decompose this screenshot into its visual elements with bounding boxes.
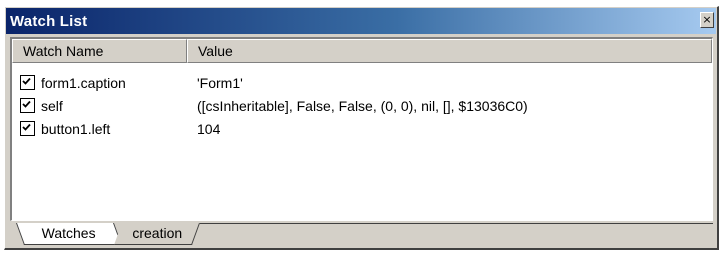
tab-watches-label: Watches — [41, 225, 96, 241]
watch-name-cell: form1.caption — [12, 75, 187, 91]
watch-list-view[interactable]: Watch Name Value form1.caption 'Form1' s… — [10, 37, 713, 221]
tab-creation-label: creation — [131, 225, 182, 241]
watch-name-text: self — [41, 97, 63, 114]
watch-rows: form1.caption 'Form1' self ([csInheritab… — [12, 71, 712, 140]
checkmark-icon — [22, 123, 31, 131]
watch-row[interactable]: self ([csInheritable], False, False, (0,… — [12, 94, 712, 117]
watch-name-text: button1.left — [41, 120, 111, 137]
watch-row[interactable]: button1.left 104 — [12, 117, 712, 140]
watch-name-text: form1.caption — [41, 74, 126, 91]
title-bar[interactable]: Watch List × — [6, 8, 716, 34]
checkmark-icon — [22, 100, 31, 108]
close-button[interactable]: × — [700, 12, 714, 28]
watch-value-text: 104 — [197, 120, 221, 137]
checkmark-icon — [22, 77, 31, 85]
watch-list-window: Watch List × Watch Name Value form1.capt… — [4, 6, 719, 250]
watch-name-cell: button1.left — [12, 121, 187, 137]
column-header-value[interactable]: Value — [187, 39, 712, 63]
enabled-checkbox[interactable] — [20, 121, 35, 136]
column-header-row: Watch Name Value — [12, 39, 712, 63]
enabled-checkbox[interactable] — [20, 98, 35, 113]
tab-strip: Watches creation — [10, 223, 713, 247]
watch-value-text: 'Form1' — [197, 74, 243, 91]
window-title: Watch List — [10, 12, 88, 30]
enabled-checkbox[interactable] — [20, 75, 35, 90]
close-icon: × — [702, 13, 712, 26]
tab-watches[interactable]: Watches — [15, 223, 123, 245]
watch-row[interactable]: form1.caption 'Form1' — [12, 71, 712, 94]
column-header-watch-name[interactable]: Watch Name — [12, 39, 187, 63]
tab-creation[interactable]: creation — [113, 223, 201, 245]
tab-strip-divider — [200, 223, 713, 224]
watch-name-cell: self — [12, 98, 187, 114]
watch-value-text: ([csInheritable], False, False, (0, 0), … — [197, 97, 528, 114]
